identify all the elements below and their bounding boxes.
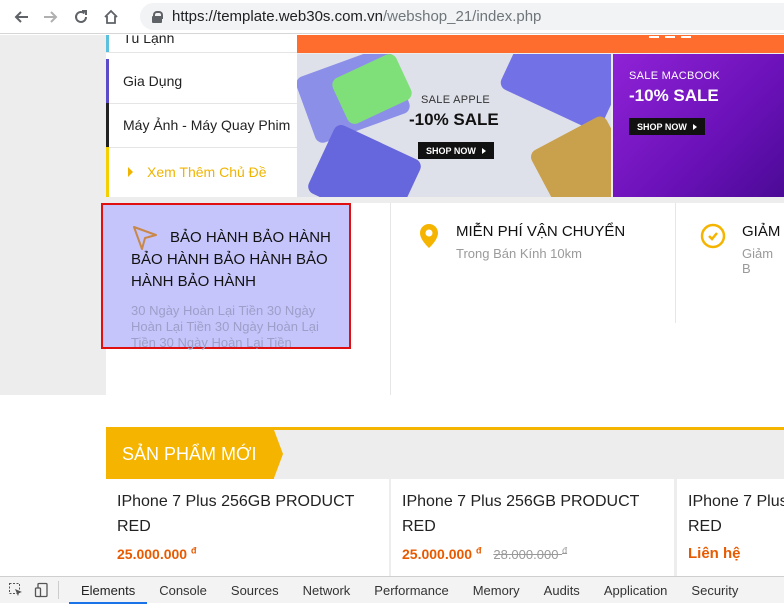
url-path: /webshop_21/index.php xyxy=(382,8,542,25)
shop-now-button[interactable]: SHOP NOW xyxy=(418,142,494,159)
address-bar[interactable]: https://template.web30s.com.vn/webshop_2… xyxy=(140,3,784,30)
banner-sale-macbook[interactable]: SALE MACBOOK -10% SALE SHOP NOW xyxy=(613,54,784,197)
contact-price[interactable]: Liên hệ xyxy=(688,545,741,562)
price-row: Liên hệ xyxy=(688,545,784,562)
feature-desc: Trong Bán Kính 10km xyxy=(456,246,582,261)
product-name[interactable]: IPhone 7 Plus 256GB PRODUCT RED xyxy=(402,489,663,539)
tab-console[interactable]: Console xyxy=(147,577,219,604)
top-banner[interactable] xyxy=(297,35,784,53)
slider-dots xyxy=(649,35,699,39)
map-pin-icon xyxy=(420,224,438,248)
navigation-arrow-icon xyxy=(133,226,157,250)
inspect-element-icon[interactable] xyxy=(6,580,26,600)
product-name-line: IPhone 7 Plus xyxy=(688,493,784,510)
tab-elements[interactable]: Elements xyxy=(69,577,148,604)
tab-application[interactable]: Application xyxy=(592,577,680,604)
feature-title: BẢO HÀNH BẢO HÀNH BẢO HÀNH BẢO HÀNH BẢO … xyxy=(131,229,331,290)
shop-now-label: SHOP NOW xyxy=(426,145,476,156)
device-toggle-icon[interactable] xyxy=(32,580,52,600)
sidebar-item-label: Tủ Lạnh xyxy=(123,35,175,46)
lock-icon xyxy=(152,10,163,23)
web-page: Tủ Lạnh Gia Dụng Máy Ảnh - Máy Quay Phim… xyxy=(0,35,784,576)
tab-security[interactable]: Security xyxy=(679,577,750,604)
price-row: 25.000.000 đ 28.000.000 đ xyxy=(402,545,663,562)
product-old-price: 28.000.000 đ xyxy=(493,545,568,562)
shop-now-label: SHOP NOW xyxy=(637,121,687,132)
feature-title: MIỄN PHÍ VẬN CHUYỂN xyxy=(456,223,626,240)
devtools-tabbar: Elements Console Sources Network Perform… xyxy=(0,576,784,604)
sidebar-item-tu-lanh[interactable]: Tủ Lạnh xyxy=(106,35,297,53)
category-sidebar: Tủ Lạnh Gia Dụng Máy Ảnh - Máy Quay Phim… xyxy=(106,35,297,197)
feature-discount[interactable]: GIẢM Giảm B xyxy=(700,223,784,276)
sidebar-color-bar xyxy=(106,35,109,52)
sidebar-color-bar xyxy=(106,103,109,147)
ipad-image xyxy=(528,113,611,197)
caret-right-icon xyxy=(128,167,133,177)
feature-warranty[interactable]: BẢO HÀNH BẢO HÀNH BẢO HÀNH BẢO HÀNH BẢO … xyxy=(101,203,351,350)
banner-sale-apple[interactable]: SALE APPLE -10% SALE SHOP NOW xyxy=(297,54,611,197)
features-row: BẢO HÀNH BẢO HÀNH BẢO HÀNH BẢO HÀNH BẢO … xyxy=(101,203,784,395)
tab-memory[interactable]: Memory xyxy=(461,577,532,604)
shop-now-button[interactable]: SHOP NOW xyxy=(629,118,705,135)
back-arrow-icon[interactable] xyxy=(6,2,36,32)
product-card[interactable]: IPhone 7 Plus RED Liên hệ xyxy=(677,479,784,576)
reload-icon[interactable] xyxy=(66,2,96,32)
new-products-section: SẢN PHẨM MỚI IPhone 7 Plus 256GB PRODUCT… xyxy=(106,427,784,576)
feature-shipping[interactable]: MIỄN PHÍ VẬN CHUYỂN Trong Bán Kính 10km xyxy=(418,223,625,261)
sidebar-item-more[interactable]: Xem Thêm Chủ Đề xyxy=(106,147,297,197)
product-name-line: RED xyxy=(402,518,436,535)
banner-big-text: -10% SALE xyxy=(629,86,719,105)
url-host: https://template.web30s.com.vn xyxy=(172,8,383,25)
product-name-line: IPhone 7 Plus 256GB PRODUCT xyxy=(402,493,640,510)
sidebar-item-may-anh[interactable]: Máy Ảnh - Máy Quay Phim xyxy=(106,103,297,148)
banner-small-text: SALE APPLE xyxy=(421,94,491,106)
banner-big-text: -10% SALE xyxy=(409,110,499,129)
product-name-line: RED xyxy=(688,518,722,535)
sidebar-item-label: Xem Thêm Chủ Đề xyxy=(147,164,267,180)
clock-icon xyxy=(700,223,726,249)
product-name[interactable]: IPhone 7 Plus RED xyxy=(688,489,784,539)
sidebar-color-bar xyxy=(106,59,109,103)
section-heading-text: SẢN PHẨM MỚI xyxy=(122,444,257,464)
product-card[interactable]: IPhone 7 Plus 256GB PRODUCT RED 25.000.0… xyxy=(391,479,674,576)
product-name-line: IPhone 7 Plus 256GB PRODUCT xyxy=(117,493,355,510)
section-heading: SẢN PHẨM MỚI xyxy=(106,430,283,479)
play-icon xyxy=(692,123,697,130)
feature-desc: 30 Ngày Hoàn Lại Tiền 30 Ngày Hoàn Lại T… xyxy=(131,303,319,350)
feature-title: GIẢM xyxy=(742,223,781,240)
home-icon[interactable] xyxy=(96,2,126,32)
divider xyxy=(58,581,59,599)
sidebar-item-label: Máy Ảnh - Máy Quay Phim xyxy=(123,117,291,133)
sidebar-color-bar xyxy=(106,147,109,197)
tab-sources[interactable]: Sources xyxy=(219,577,291,604)
divider xyxy=(390,203,391,395)
product-card[interactable]: IPhone 7 Plus 256GB PRODUCT RED 25.000.0… xyxy=(106,479,389,576)
tab-audits[interactable]: Audits xyxy=(532,577,592,604)
play-icon xyxy=(481,147,486,154)
product-name[interactable]: IPhone 7 Plus 256GB PRODUCT RED xyxy=(117,489,378,539)
price-row: 25.000.000 đ xyxy=(117,545,378,562)
tab-performance[interactable]: Performance xyxy=(362,577,460,604)
product-price: 25.000.000 đ xyxy=(117,545,197,562)
banner-small-text: SALE MACBOOK xyxy=(629,70,721,82)
browser-toolbar: https://template.web30s.com.vn/webshop_2… xyxy=(0,0,784,34)
forward-arrow-icon[interactable] xyxy=(36,2,66,32)
product-price: 25.000.000 đ xyxy=(402,545,482,562)
tab-network[interactable]: Network xyxy=(291,577,363,604)
sidebar-item-gia-dung[interactable]: Gia Dụng xyxy=(106,59,297,104)
divider xyxy=(675,203,676,323)
sidebar-item-label: Gia Dụng xyxy=(123,73,183,89)
product-name-line: RED xyxy=(117,518,151,535)
feature-desc: Giảm B xyxy=(742,246,774,276)
